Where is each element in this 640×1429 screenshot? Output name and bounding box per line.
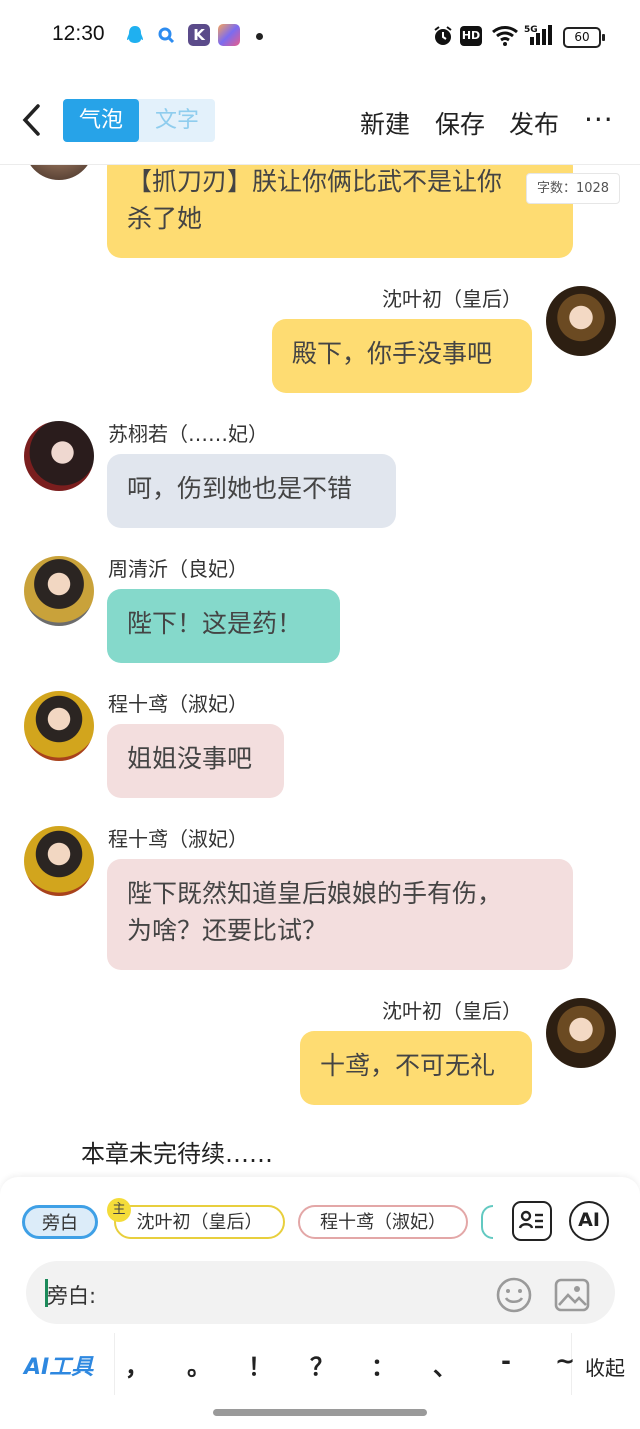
message-bubble[interactable]: 姐姐没事吧 — [107, 724, 284, 798]
k-app-icon: K — [188, 24, 210, 46]
status-bar: 12:30 K HD 5G 60 — [0, 0, 640, 72]
message-bubble[interactable]: 殿下，你手没事吧 — [272, 319, 532, 393]
to-be-continued-text: 本章未完待续…… — [81, 1140, 273, 1168]
speaker-name: 周清沂（良妃） — [108, 557, 248, 581]
speaker-name: 沈叶初（皇后） — [382, 999, 522, 1023]
game-app-icon — [218, 24, 240, 46]
avatar[interactable] — [24, 691, 94, 761]
speaker-name: 程十鸢（淑妃） — [108, 692, 248, 716]
role-card-button[interactable] — [512, 1201, 552, 1241]
avatar[interactable] — [24, 556, 94, 626]
input-speaker-prefix: 旁白: — [47, 1284, 97, 1308]
punct-dash[interactable]: - — [491, 1347, 521, 1387]
message-bubble[interactable]: 十鸢，不可无礼 — [300, 1031, 532, 1105]
role-chip-cheng-shiyuan[interactable]: 程十鸢（淑妃） — [298, 1205, 468, 1239]
chat-area[interactable]: 【抓刀刃】朕让你俩比武不是让你 杀了她 沈叶初（皇后） 殿下，你手没事吧 苏栩若… — [0, 165, 640, 1175]
new-button[interactable]: 新建 — [360, 105, 410, 141]
speaker-name: 程十鸢（淑妃） — [108, 827, 248, 851]
image-button[interactable] — [553, 1276, 591, 1318]
publish-button[interactable]: 发布 — [509, 105, 559, 141]
back-icon — [22, 104, 40, 136]
avatar[interactable] — [546, 998, 616, 1068]
role-chip-shen-yechu[interactable]: 沈叶初（皇后） — [114, 1205, 285, 1239]
emoji-button[interactable] — [495, 1276, 533, 1318]
home-indicator[interactable] — [213, 1409, 427, 1416]
ai-button[interactable]: AI — [569, 1201, 609, 1241]
avatar[interactable] — [24, 165, 94, 180]
ai-tool-button[interactable]: AI工具 — [24, 1349, 93, 1381]
tab-text[interactable]: 文字 — [139, 99, 215, 142]
svg-text:5G: 5G — [524, 25, 538, 35]
punct-question[interactable]: ？ — [307, 1347, 337, 1387]
signal-icon: 5G — [524, 23, 554, 51]
image-icon — [554, 1278, 590, 1312]
message-bubble[interactable]: 陛下！这是药！ — [107, 589, 340, 663]
notification-dot-icon — [256, 33, 263, 40]
collapse-button[interactable]: 收起 — [585, 1352, 625, 1381]
avatar[interactable] — [24, 826, 94, 896]
avatar[interactable] — [24, 421, 94, 491]
message-bubble[interactable]: 陛下既然知道皇后娘娘的手有伤， 为啥？还要比试？ — [107, 859, 573, 970]
wifi-icon — [491, 24, 519, 50]
word-count-badge: 字数：1028 — [526, 173, 620, 204]
qq-icon — [124, 24, 146, 46]
punct-dun[interactable]: 、 — [430, 1347, 460, 1387]
alarm-icon — [432, 25, 454, 51]
role-card-icon — [518, 1210, 543, 1229]
speaker-name: 苏栩若（……妃） — [108, 422, 268, 446]
message-bubble[interactable]: 呵，伤到她也是不错 — [107, 454, 396, 528]
speaker-name: 沈叶初（皇后） — [382, 287, 522, 311]
emoji-icon — [496, 1277, 532, 1313]
search-app-icon — [156, 24, 178, 46]
role-chip-narrator[interactable]: 旁白 — [22, 1205, 98, 1239]
hd-icon: HD — [460, 26, 482, 46]
punct-period[interactable]: 。 — [184, 1347, 214, 1387]
more-button[interactable]: ··· — [584, 103, 614, 136]
battery-indicator: 60 — [563, 27, 605, 48]
role-chip-partial[interactable] — [481, 1205, 493, 1239]
back-button[interactable] — [18, 100, 48, 140]
message-bubble[interactable]: 【抓刀刃】朕让你俩比武不是让你 杀了她 — [107, 165, 573, 258]
avatar[interactable] — [546, 286, 616, 356]
punct-tilde[interactable]: ~ — [550, 1347, 580, 1387]
save-button[interactable]: 保存 — [435, 105, 485, 141]
punct-colon[interactable]: ： — [368, 1347, 398, 1387]
punct-comma[interactable]: ， — [122, 1347, 152, 1387]
protagonist-badge: 主 — [107, 1198, 131, 1222]
punct-exclaim[interactable]: ！ — [245, 1347, 275, 1387]
status-time: 12:30 — [52, 22, 105, 45]
tab-bubble[interactable]: 气泡 — [63, 99, 139, 142]
